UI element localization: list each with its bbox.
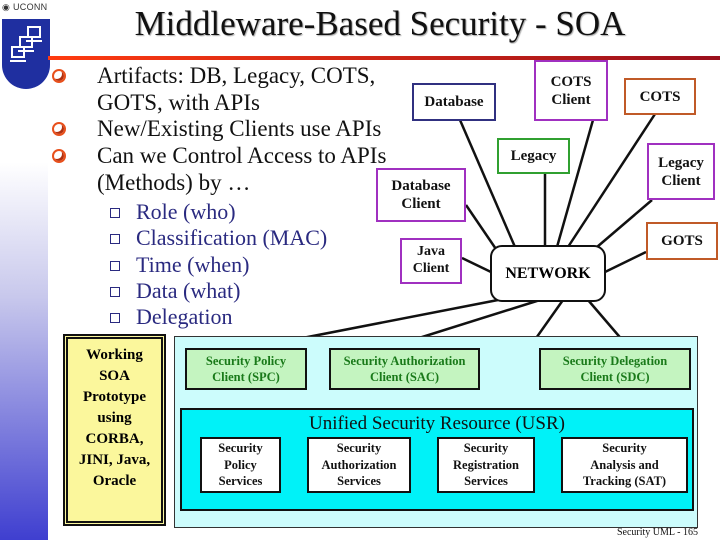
node-cots: COTS — [624, 78, 696, 115]
line-legacy-client — [596, 199, 653, 248]
prototype-line: Oracle — [92, 473, 137, 489]
client-label: Client (SDC) — [580, 370, 650, 384]
client-label: Security Authorization — [343, 353, 466, 368]
security-delegation-client: Security Delegation Client (SDC) — [539, 348, 691, 390]
working-soa-prototype-box: Working SOA Prototype using CORBA, JINI,… — [63, 334, 166, 526]
node-label: Legacy — [658, 154, 704, 171]
service-label: Security — [336, 440, 382, 455]
service-label: Authorization — [321, 457, 397, 472]
prototype-line: SOA — [99, 368, 130, 384]
node-label: Java — [417, 244, 445, 260]
service-label: Security — [463, 440, 509, 455]
prototype-line: using — [97, 410, 132, 426]
client-label: Client (SPC) — [212, 370, 280, 384]
service-label: Security — [218, 440, 263, 455]
service-label: Analysis and — [590, 457, 659, 472]
slide-footer: Security UML - 165 — [616, 527, 698, 538]
node-label: Client — [551, 91, 591, 108]
service-label: Registration — [453, 457, 519, 472]
node-database-client: Database Client — [376, 168, 466, 222]
client-label: Client (SAC) — [369, 370, 440, 384]
security-policy-client: Security Policy Client (SPC) — [185, 348, 307, 390]
network-node: NETWORK — [490, 245, 606, 302]
service-label: Services — [464, 474, 508, 489]
node-legacy-client: Legacy Client — [647, 143, 715, 200]
security-authorization-client: Security Authorization Client (SAC) — [329, 348, 480, 390]
node-label: Client — [401, 196, 441, 212]
line-java-client — [461, 256, 492, 274]
line-gots — [604, 250, 647, 274]
node-label: Client — [661, 172, 701, 189]
service-label: Services — [337, 474, 381, 489]
service-label: Services — [218, 474, 263, 489]
security-analysis-tracking: Security Analysis and Tracking (SAT) — [561, 437, 688, 493]
node-gots: GOTS — [646, 222, 718, 260]
node-label: Client — [412, 261, 450, 276]
node-legacy: Legacy — [497, 138, 570, 174]
client-label: Security Delegation — [562, 353, 668, 368]
security-policy-services: Security Policy Services — [200, 437, 281, 493]
security-authorization-services: Security Authorization Services — [307, 437, 411, 493]
prototype-line: JINI, Java, — [78, 452, 151, 468]
node-label: Legacy — [510, 148, 557, 164]
prototype-line: Prototype — [82, 389, 147, 405]
node-database: Database — [412, 83, 496, 121]
node-label: GOTS — [661, 233, 703, 249]
service-label: Policy — [224, 457, 257, 472]
node-label: Database — [424, 94, 484, 110]
node-label: COTS — [639, 88, 681, 105]
service-label: Tracking (SAT) — [582, 474, 667, 489]
usr-title: Unified Security Resource (USR) — [309, 413, 565, 434]
security-registration-services: Security Registration Services — [437, 437, 535, 493]
client-label: Security Policy — [205, 353, 287, 368]
line-cots — [566, 113, 657, 248]
node-cots-client: COTS Client — [534, 60, 608, 121]
node-label: Database — [391, 178, 451, 194]
node-java-client: Java Client — [400, 238, 462, 284]
prototype-line: Working — [86, 347, 143, 363]
prototype-line: CORBA, — [85, 431, 144, 447]
service-label: Security — [602, 440, 647, 455]
node-label: COTS — [550, 73, 592, 90]
